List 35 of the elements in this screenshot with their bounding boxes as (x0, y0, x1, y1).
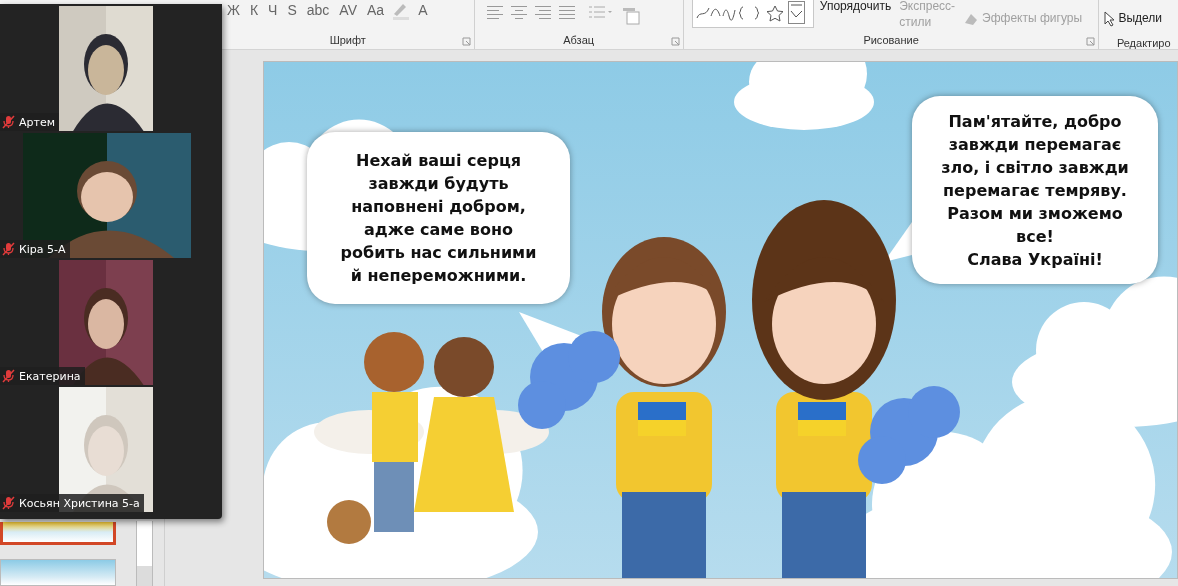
group-label: Шрифт (329, 34, 366, 48)
cursor-icon (1103, 10, 1116, 27)
font-format-button[interactable]: Ж (224, 2, 243, 18)
slide-thumbnail[interactable] (0, 522, 116, 546)
align-left-icon[interactable] (486, 4, 503, 20)
font-format-button[interactable]: S (284, 2, 300, 18)
columns-icon[interactable] (588, 4, 613, 20)
dialog-launcher-icon[interactable] (1086, 37, 1096, 46)
group-label: Абзац (563, 34, 595, 48)
align-center-icon[interactable] (510, 4, 527, 20)
dialog-launcher-icon[interactable] (461, 37, 471, 46)
select-button[interactable]: Выдели (1101, 10, 1165, 27)
group-label: Рисование (863, 34, 919, 48)
participant-name: Кіра 5-А (19, 242, 66, 256)
group-label: Редактиро (1115, 37, 1171, 49)
arrange-button[interactable]: Упорядочить (817, 0, 894, 14)
dialog-launcher-icon[interactable] (670, 37, 680, 46)
font-format-button[interactable]: Ч (265, 2, 281, 18)
scrollbar[interactable] (136, 521, 153, 586)
font-format-button[interactable]: AV (336, 2, 360, 18)
bubble-text: Нехай ваші серця завжди будуть наповнені добром, адже саме воно робить нас сильними й непереможними. (340, 150, 537, 287)
slide-thumbnail[interactable] (0, 559, 116, 586)
gallery-more-icon[interactable] (787, 1, 806, 25)
shapes-gallery[interactable] (691, 0, 814, 28)
participant-name: Екатерина (19, 369, 81, 383)
font-format-button[interactable]: К (246, 2, 262, 18)
shapes-icon[interactable] (694, 4, 785, 22)
font-format-button[interactable]: abc (303, 2, 333, 18)
participant-name: Косьян Христина 5-а (19, 496, 140, 510)
participant-name: Артем (19, 115, 55, 129)
font-format-button[interactable]: A (415, 2, 431, 18)
font-format-button[interactable]: Aa (364, 2, 388, 18)
bubble-text: Пам'ятайте, добро завжди перемагає зло, і світло завжди перемагає темряву. Разом ми зможемо все! Слава Україні! (941, 110, 1129, 271)
align-right-icon[interactable] (534, 4, 551, 20)
justify-icon[interactable] (558, 4, 575, 20)
